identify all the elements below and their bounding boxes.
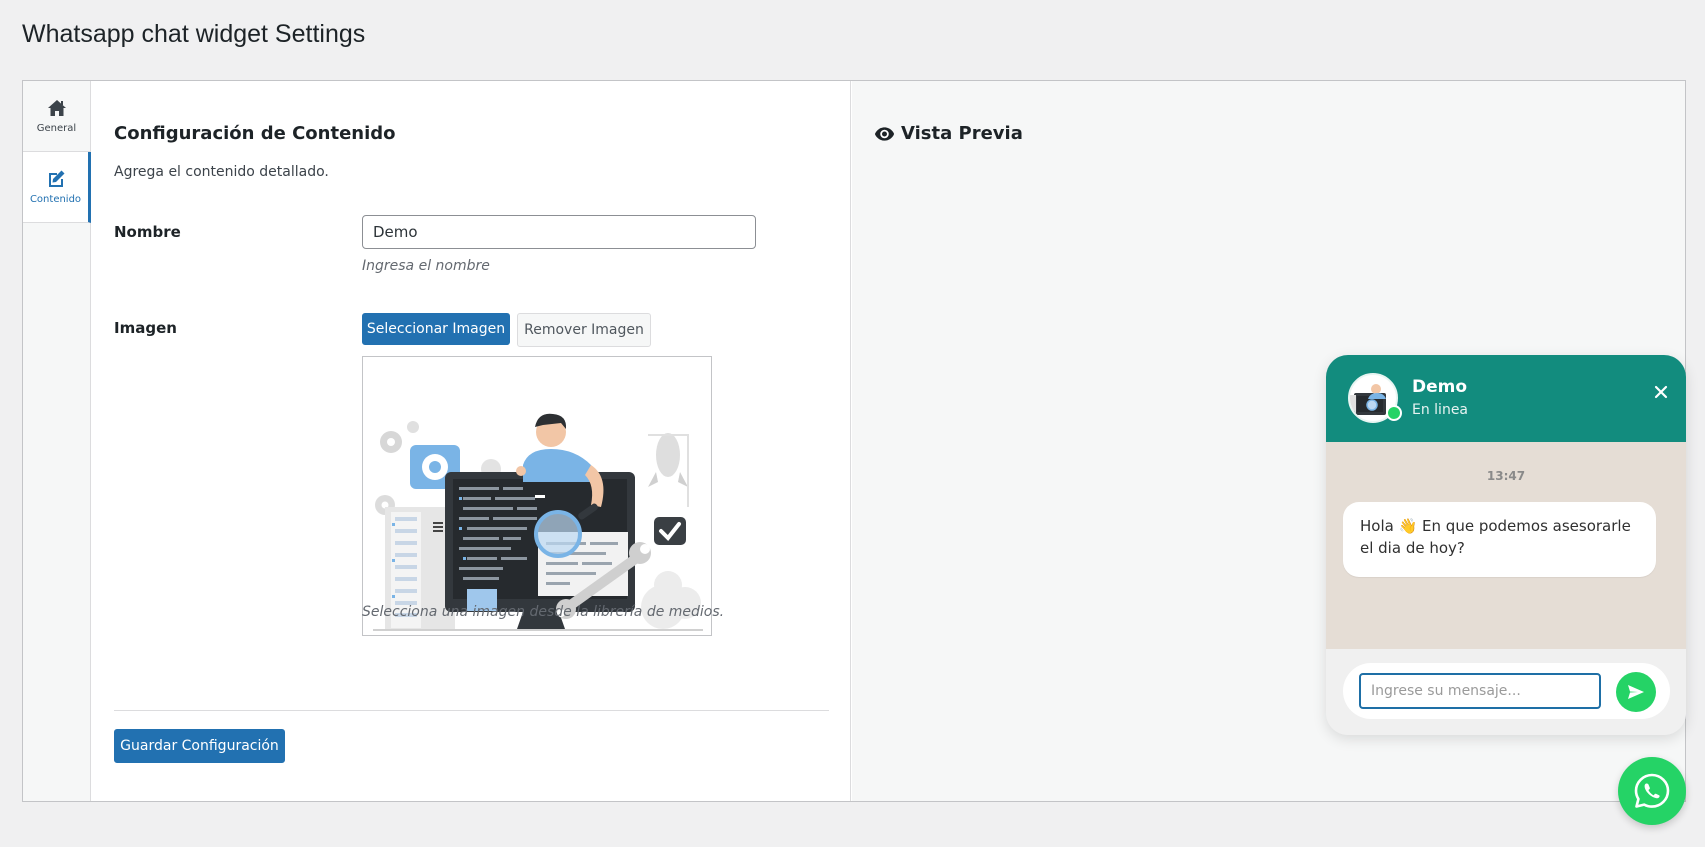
sidebar: General Contenido — [23, 81, 91, 801]
chat-header: Demo En linea — [1326, 355, 1686, 442]
send-button[interactable] — [1616, 672, 1656, 712]
divider — [114, 710, 829, 711]
message-text-start: Hola — [1360, 517, 1399, 535]
select-image-button[interactable]: Seleccionar Imagen — [362, 313, 510, 345]
section-description: Agrega el contenido detallado. — [114, 164, 329, 180]
developer-illustration — [373, 413, 703, 631]
section-title: Configuración de Contenido — [114, 123, 396, 144]
name-hint: Ingresa el nombre — [362, 258, 490, 274]
home-icon — [47, 100, 66, 116]
image-label: Imagen — [114, 319, 177, 337]
image-hint: Selecciona una imagen desde la librería … — [362, 604, 725, 620]
whatsapp-icon — [1634, 773, 1670, 808]
chat-widget: Demo En linea 13:47 Hola 👋 En que podemo… — [1326, 355, 1686, 735]
preview-title-text: Vista Previa — [901, 123, 1023, 144]
message-time: 13:47 — [1486, 469, 1526, 483]
wave-emoji-icon: 👋 — [1398, 517, 1418, 535]
page-title: Whatsapp chat widget Settings — [22, 20, 366, 48]
send-icon — [1628, 685, 1644, 699]
image-preview — [362, 356, 712, 636]
sidebar-item-contenido[interactable]: Contenido — [23, 152, 91, 223]
chat-body: 13:47 Hola 👋 En que podemos asesorarle e… — [1326, 442, 1686, 649]
chat-name: Demo — [1412, 377, 1468, 397]
sidebar-item-label: Contenido — [29, 194, 82, 205]
chat-footer — [1326, 649, 1686, 735]
save-settings-button[interactable]: Guardar Configuración — [114, 729, 285, 763]
message-composer — [1343, 663, 1670, 719]
name-input[interactable] — [362, 215, 756, 249]
whatsapp-floating-button[interactable] — [1618, 757, 1686, 825]
message-bubble: Hola 👋 En que podemos asesorarle el dia … — [1343, 502, 1656, 577]
edit-icon — [48, 170, 64, 187]
sidebar-item-label: General — [36, 123, 77, 134]
close-icon[interactable] — [1651, 382, 1671, 402]
preview-title: Vista Previa — [874, 123, 1023, 144]
content-panel: Configuración de Contenido Agrega el con… — [92, 81, 851, 801]
chat-status: En linea — [1412, 402, 1469, 418]
sidebar-item-general[interactable]: General — [23, 81, 90, 152]
online-status-dot — [1386, 405, 1402, 421]
eye-icon — [874, 126, 895, 141]
message-input[interactable] — [1359, 673, 1601, 709]
name-label: Nombre — [114, 223, 181, 241]
remove-image-button[interactable]: Remover Imagen — [517, 313, 651, 347]
